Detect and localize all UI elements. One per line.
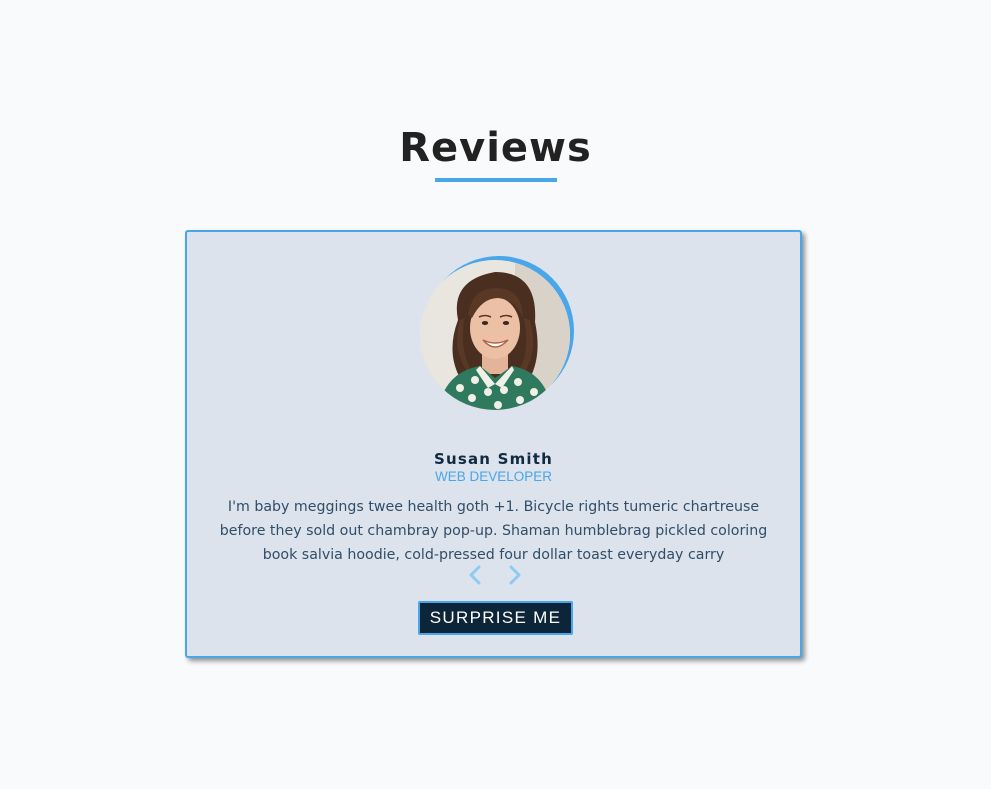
reviewer-name: Susan Smith xyxy=(433,449,554,468)
person-photo xyxy=(420,260,570,410)
page-title: Reviews xyxy=(399,125,592,171)
avatar xyxy=(420,260,570,410)
chevron-right-icon xyxy=(509,565,521,585)
section-header: Reviews xyxy=(0,120,991,182)
surprise-me-button[interactable]: SURPRISE ME xyxy=(418,601,573,635)
prev-button[interactable] xyxy=(465,563,485,587)
avatar-container xyxy=(420,256,574,410)
chevron-left-icon xyxy=(469,565,481,585)
next-button[interactable] xyxy=(505,563,525,587)
page: Reviews Susan Smith WEB DEVELOPER I'm ba… xyxy=(0,0,991,789)
review-card: Susan Smith WEB DEVELOPER I'm baby meggi… xyxy=(185,230,802,658)
title-underline xyxy=(434,178,557,182)
review-text: I'm baby meggings twee health goth +1. B… xyxy=(219,499,768,564)
reviewer-job: WEB DEVELOPER xyxy=(434,468,553,484)
